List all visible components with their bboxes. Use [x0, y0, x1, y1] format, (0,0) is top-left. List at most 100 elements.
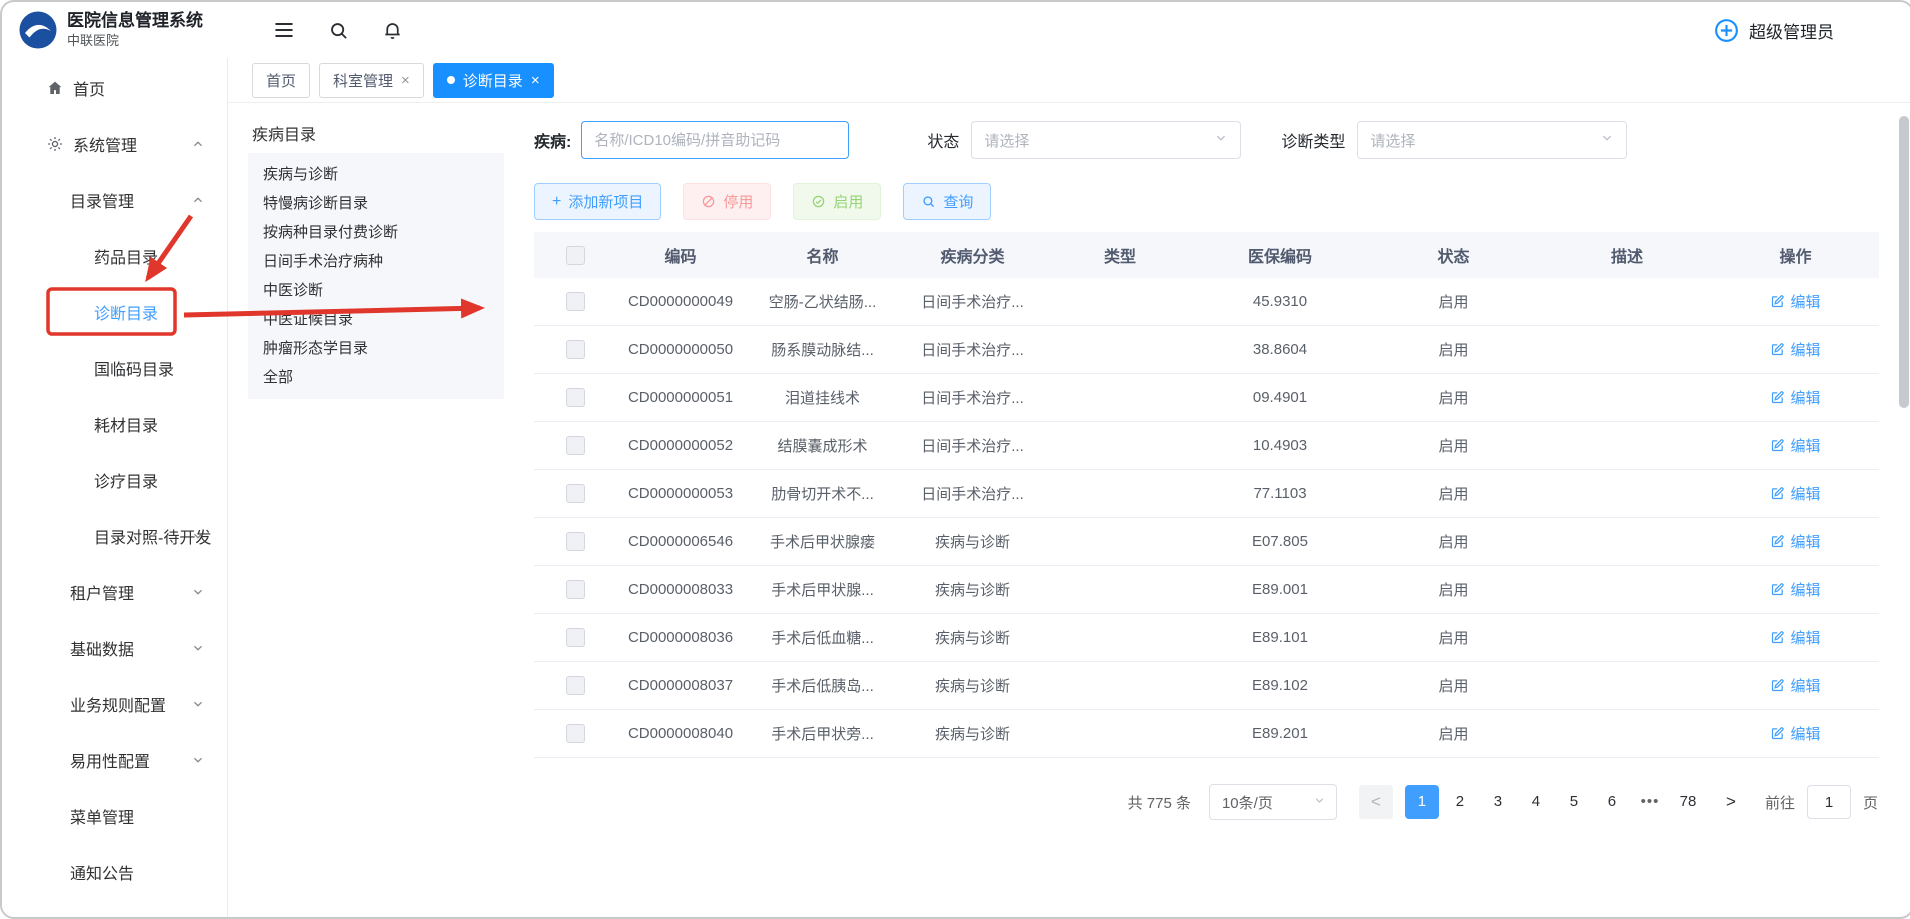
toolbar: + 添加新项目 停用 启: [534, 183, 1878, 220]
page-size-select[interactable]: 10条/页: [1209, 784, 1337, 820]
cell-type: [1045, 470, 1195, 518]
disease-category-item[interactable]: 疾病与诊断: [248, 160, 504, 189]
page-number-5[interactable]: 5: [1557, 785, 1591, 819]
cell-insurance-code: 45.9310: [1195, 278, 1365, 326]
disease-category-item[interactable]: 中医诊断: [248, 276, 504, 305]
edit-button[interactable]: 编辑: [1770, 627, 1820, 648]
disease-category-item[interactable]: 肿瘤形态学目录: [248, 334, 504, 363]
more-pages-icon[interactable]: •••: [1633, 785, 1667, 819]
row-checkbox[interactable]: [566, 580, 585, 599]
cell-description: [1542, 326, 1712, 374]
status-select[interactable]: 请选择: [971, 121, 1241, 159]
disable-button[interactable]: 停用: [683, 183, 771, 220]
page-number-3[interactable]: 3: [1481, 785, 1515, 819]
disease-category-item[interactable]: 全部: [248, 363, 504, 392]
edit-button[interactable]: 编辑: [1770, 291, 1820, 312]
cell-code: CD0000000053: [616, 470, 745, 518]
sidebar-item-directory-management[interactable]: 目录管理: [2, 172, 227, 228]
cell-name: 空肠-乙状结肠...: [745, 278, 900, 326]
sidebar-item-label: 目录管理: [70, 188, 134, 212]
page-number-1[interactable]: 1: [1405, 785, 1439, 819]
edit-button[interactable]: 编辑: [1770, 339, 1820, 360]
sidebar-item-consumable-directory[interactable]: 耗材目录: [2, 396, 227, 452]
sidebar-item-menu-management[interactable]: 菜单管理: [2, 788, 227, 844]
page-number-6[interactable]: 6: [1595, 785, 1629, 819]
edit-button[interactable]: 编辑: [1770, 579, 1820, 600]
sidebar-item-business-rule-config[interactable]: 业务规则配置: [2, 676, 227, 732]
user-menu[interactable]: 超级管理员: [1713, 17, 1910, 44]
close-icon[interactable]: ×: [531, 73, 540, 88]
prev-page-button[interactable]: <: [1359, 785, 1393, 819]
cell-category: 疾病与诊断: [900, 566, 1045, 614]
enable-button[interactable]: 启用: [793, 183, 881, 220]
edit-button[interactable]: 编辑: [1770, 483, 1820, 504]
row-checkbox[interactable]: [566, 724, 585, 743]
sidebar-item-drug-directory[interactable]: 药品目录: [2, 228, 227, 284]
row-checkbox[interactable]: [566, 628, 585, 647]
close-icon[interactable]: ×: [401, 73, 410, 88]
hospital-logo-icon: [18, 10, 58, 50]
sidebar-item-usability-config[interactable]: 易用性配置: [2, 732, 227, 788]
collapse-menu-icon[interactable]: [273, 19, 295, 41]
diagnosis-type-select[interactable]: 请选择: [1357, 121, 1627, 159]
search-icon[interactable]: [328, 20, 349, 41]
page-number-78[interactable]: 78: [1671, 785, 1705, 819]
query-button[interactable]: 查询: [903, 183, 991, 220]
cell-category: 日间手术治疗...: [900, 374, 1045, 422]
row-checkbox[interactable]: [566, 484, 585, 503]
sidebar-item-tenant-management[interactable]: 租户管理: [2, 564, 227, 620]
edit-button[interactable]: 编辑: [1770, 675, 1820, 696]
edit-button[interactable]: 编辑: [1770, 435, 1820, 456]
edit-label: 编辑: [1790, 339, 1820, 360]
disease-category-list: 疾病与诊断特慢病诊断目录按病种目录付费诊断日间手术治疗病种中医诊断中医证候目录肿…: [248, 153, 504, 399]
sidebar-item-diagnosis-directory[interactable]: 诊断目录: [2, 284, 227, 340]
edit-button[interactable]: 编辑: [1770, 387, 1820, 408]
table-row: CD0000008037手术后低胰岛...疾病与诊断E89.102启用编辑: [534, 662, 1879, 710]
sidebar-item-basic-data[interactable]: 基础数据: [2, 620, 227, 676]
edit-button[interactable]: 编辑: [1770, 531, 1820, 552]
sidebar-item-directory-mapping-todo[interactable]: 目录对照-待开发: [2, 508, 227, 564]
row-checkbox[interactable]: [566, 532, 585, 551]
next-page-button[interactable]: >: [1717, 785, 1745, 819]
row-checkbox[interactable]: [566, 388, 585, 407]
add-item-button[interactable]: + 添加新项目: [534, 183, 661, 220]
cell-type: [1045, 662, 1195, 710]
disease-search-input[interactable]: [581, 121, 849, 159]
tab-diagnosis-directory[interactable]: 诊断目录 ×: [433, 63, 554, 98]
edit-label: 编辑: [1790, 627, 1820, 648]
disable-label: 停用: [723, 191, 753, 212]
row-checkbox[interactable]: [566, 436, 585, 455]
disease-category-item[interactable]: 日间手术治疗病种: [248, 247, 504, 276]
sidebar-item-notice[interactable]: 通知公告: [2, 844, 227, 900]
sidebar-item-label: 租户管理: [70, 580, 134, 604]
app-logo-block: 医院信息管理系统 中联医院: [2, 10, 243, 50]
row-checkbox[interactable]: [566, 340, 585, 359]
notification-bell-icon[interactable]: [382, 20, 403, 41]
edit-button[interactable]: 编辑: [1770, 723, 1820, 744]
sidebar-item-treatment-directory[interactable]: 诊疗目录: [2, 452, 227, 508]
row-checkbox[interactable]: [566, 292, 585, 311]
vertical-scrollbar[interactable]: [1899, 60, 1909, 913]
sidebar-item-home[interactable]: 首页: [2, 60, 227, 116]
ban-icon: [701, 194, 716, 209]
enable-label: 启用: [833, 191, 863, 212]
tab-department-management[interactable]: 科室管理 ×: [319, 63, 424, 98]
tab-home[interactable]: 首页: [252, 63, 310, 98]
sidebar-item-system-management[interactable]: 系统管理: [2, 116, 227, 172]
disease-category-item[interactable]: 按病种目录付费诊断: [248, 218, 504, 247]
query-label: 查询: [943, 191, 973, 212]
page-number-list: 123456•••78: [1405, 785, 1705, 819]
status-select-value: 请选择: [984, 130, 1029, 151]
page-number-4[interactable]: 4: [1519, 785, 1553, 819]
page-number-2[interactable]: 2: [1443, 785, 1477, 819]
disease-category-item[interactable]: 特慢病诊断目录: [248, 189, 504, 218]
column-header: 描述: [1542, 232, 1712, 278]
goto-page-input[interactable]: [1807, 785, 1851, 819]
disease-category-item[interactable]: 中医证候目录: [248, 305, 504, 334]
select-all-checkbox[interactable]: [566, 246, 585, 265]
cell-insurance-code: E89.001: [1195, 566, 1365, 614]
row-checkbox[interactable]: [566, 676, 585, 695]
cell-status: 启用: [1365, 614, 1542, 662]
sidebar-item-national-clinical-code-directory[interactable]: 国临码目录: [2, 340, 227, 396]
scrollbar-thumb[interactable]: [1899, 116, 1909, 408]
